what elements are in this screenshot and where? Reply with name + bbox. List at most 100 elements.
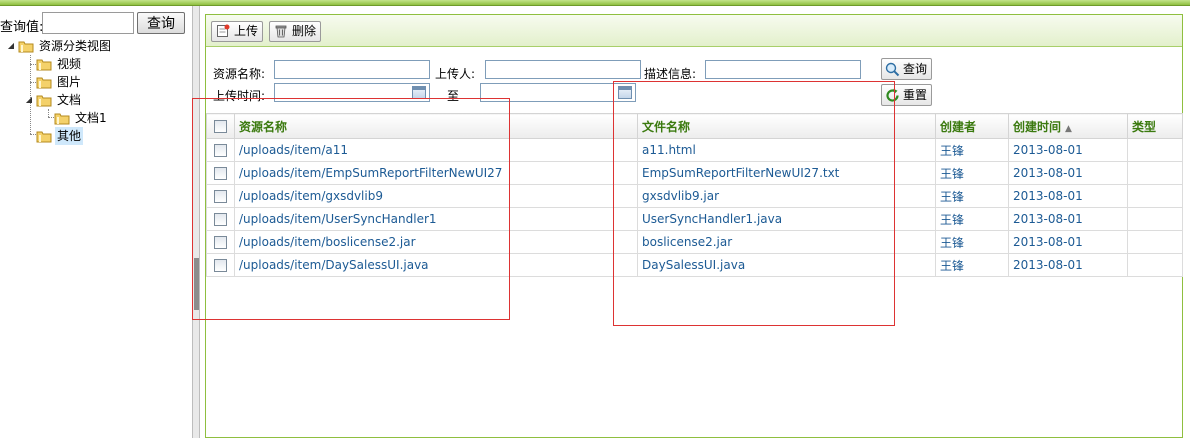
uploader-label: 上传人:: [435, 67, 476, 81]
refresh-icon: [886, 88, 899, 102]
resource-name-input[interactable]: [274, 60, 430, 79]
upload-time-label: 上传时间:: [213, 89, 266, 103]
cell-creator: 王锋: [935, 161, 1009, 185]
cell-created: 2013-08-01: [1008, 161, 1128, 185]
folder-icon: [36, 77, 52, 89]
row-select-cell: [206, 161, 235, 185]
upload-time-end-input[interactable]: [480, 83, 636, 102]
cell-resource-name[interactable]: /uploads/item/a11: [234, 138, 638, 162]
cell-type: [1127, 207, 1183, 231]
cell-file-name[interactable]: boslicense2.jar: [637, 230, 936, 254]
cell-type: [1127, 253, 1183, 277]
cell-resource-name[interactable]: /uploads/item/boslicense2.jar: [234, 230, 638, 254]
search-input[interactable]: [42, 12, 134, 34]
table-row[interactable]: /uploads/item/DaySalessUI.java DaySaless…: [206, 253, 1183, 277]
upload-time-start-input[interactable]: [274, 83, 430, 102]
table-row[interactable]: /uploads/item/UserSyncHandler1 UserSyncH…: [206, 207, 1183, 231]
reset-button[interactable]: 重置: [881, 84, 933, 106]
table-row[interactable]: /uploads/item/boslicense2.jar boslicense…: [206, 230, 1183, 254]
tree-node-label: 视频: [57, 57, 82, 71]
delete-button-label: 删除: [292, 24, 317, 38]
tree-node-label: 文档: [57, 93, 82, 107]
cell-creator: 王锋: [935, 138, 1009, 162]
reset-button-label: 重置: [903, 88, 928, 102]
trash-icon: [275, 25, 287, 38]
cell-file-name[interactable]: DaySalessUI.java: [637, 253, 936, 277]
cell-created: 2013-08-01: [1008, 207, 1128, 231]
tree-node-label: 图片: [57, 75, 82, 89]
cell-file-name[interactable]: EmpSumReportFilterNewUI27.txt: [637, 161, 936, 185]
column-header-type[interactable]: 类型: [1127, 113, 1183, 139]
search-label: 查询值:: [0, 20, 44, 35]
cell-file-name[interactable]: gxsdvlib9.jar: [637, 184, 936, 208]
search-button[interactable]: 查询: [137, 12, 185, 34]
row-checkbox[interactable]: [214, 144, 227, 157]
scrollbar-thumb[interactable]: [194, 258, 199, 310]
cell-type: [1127, 138, 1183, 162]
row-select-cell: [206, 230, 235, 254]
cell-resource-name[interactable]: /uploads/item/EmpSumReportFilterNewUI27: [234, 161, 638, 185]
folder-icon: [36, 95, 52, 107]
cell-type: [1127, 184, 1183, 208]
cell-created: 2013-08-01: [1008, 253, 1128, 277]
cell-creator: 王锋: [935, 207, 1009, 231]
description-input[interactable]: [705, 60, 861, 79]
collapse-arrow-icon[interactable]: ◢: [4, 37, 18, 55]
row-select-cell: [206, 138, 235, 162]
cell-created: 2013-08-01: [1008, 184, 1128, 208]
column-header-created[interactable]: 创建时间 ▲: [1008, 113, 1128, 139]
select-all-checkbox[interactable]: [214, 120, 227, 133]
table-row[interactable]: /uploads/item/gxsdvlib9 gxsdvlib9.jar 王锋…: [206, 184, 1183, 208]
select-all-cell: [206, 113, 235, 139]
folder-icon: [54, 113, 70, 125]
cell-resource-name[interactable]: /uploads/item/DaySalessUI.java: [234, 253, 638, 277]
column-header-resource-name[interactable]: 资源名称: [234, 113, 638, 139]
table-row[interactable]: /uploads/item/EmpSumReportFilterNewUI27 …: [206, 161, 1183, 185]
cell-type: [1127, 161, 1183, 185]
column-header-creator[interactable]: 创建者: [935, 113, 1009, 139]
panel-splitter[interactable]: [192, 6, 200, 438]
description-label: 描述信息:: [644, 67, 697, 81]
resource-panel: 上传 删除 资源名称: 上传人: 描述信息: 查询 上传时间: 至 重置 资源名…: [205, 14, 1183, 438]
cell-file-name[interactable]: UserSyncHandler1.java: [637, 207, 936, 231]
cell-resource-name[interactable]: /uploads/item/UserSyncHandler1: [234, 207, 638, 231]
resource-name-label: 资源名称:: [213, 67, 266, 81]
tree-connector: [48, 109, 49, 117]
column-header-file-name[interactable]: 文件名称: [637, 113, 936, 139]
cell-file-name[interactable]: a11.html: [637, 138, 936, 162]
upload-button-label: 上传: [234, 24, 259, 38]
upload-icon: [217, 24, 230, 37]
upload-button[interactable]: 上传: [211, 21, 264, 42]
query-button-label: 查询: [903, 62, 928, 76]
tree-node-label: 资源分类视图: [39, 39, 112, 53]
row-checkbox[interactable]: [214, 167, 227, 180]
column-header-label: 创建者: [940, 119, 977, 134]
cell-resource-name[interactable]: /uploads/item/gxsdvlib9: [234, 184, 638, 208]
row-checkbox[interactable]: [214, 190, 227, 203]
to-label: 至: [447, 89, 460, 103]
query-button[interactable]: 查询: [881, 58, 933, 80]
collapse-arrow-icon[interactable]: ◢: [22, 91, 36, 109]
folder-icon: [36, 131, 52, 143]
folder-icon: [36, 59, 52, 71]
row-checkbox[interactable]: [214, 259, 227, 272]
tree-node-label: 文档1: [75, 111, 107, 125]
column-header-label: 类型: [1132, 119, 1157, 134]
left-panel: 查询值: 查询 ◢ 资源分类视图 视频 图片 ◢ 文档 文档1 其他: [0, 6, 192, 438]
table-header-row: 资源名称 文件名称 创建者 创建时间 ▲ 类型: [206, 113, 1183, 139]
row-checkbox[interactable]: [214, 236, 227, 249]
magnifier-icon: [885, 62, 900, 77]
row-select-cell: [206, 253, 235, 277]
table-row[interactable]: /uploads/item/a11 a11.html 王锋 2013-08-01: [206, 138, 1183, 162]
cell-created: 2013-08-01: [1008, 138, 1128, 162]
column-header-label: 文件名称: [642, 119, 691, 134]
row-select-cell: [206, 184, 235, 208]
sort-asc-icon: ▲: [1065, 123, 1072, 134]
delete-button[interactable]: 删除: [269, 21, 322, 42]
calendar-icon[interactable]: [412, 86, 426, 99]
calendar-icon[interactable]: [618, 86, 632, 99]
uploader-input[interactable]: [485, 60, 641, 79]
cell-type: [1127, 230, 1183, 254]
column-header-label: 创建时间: [1013, 119, 1062, 134]
row-checkbox[interactable]: [214, 213, 227, 226]
